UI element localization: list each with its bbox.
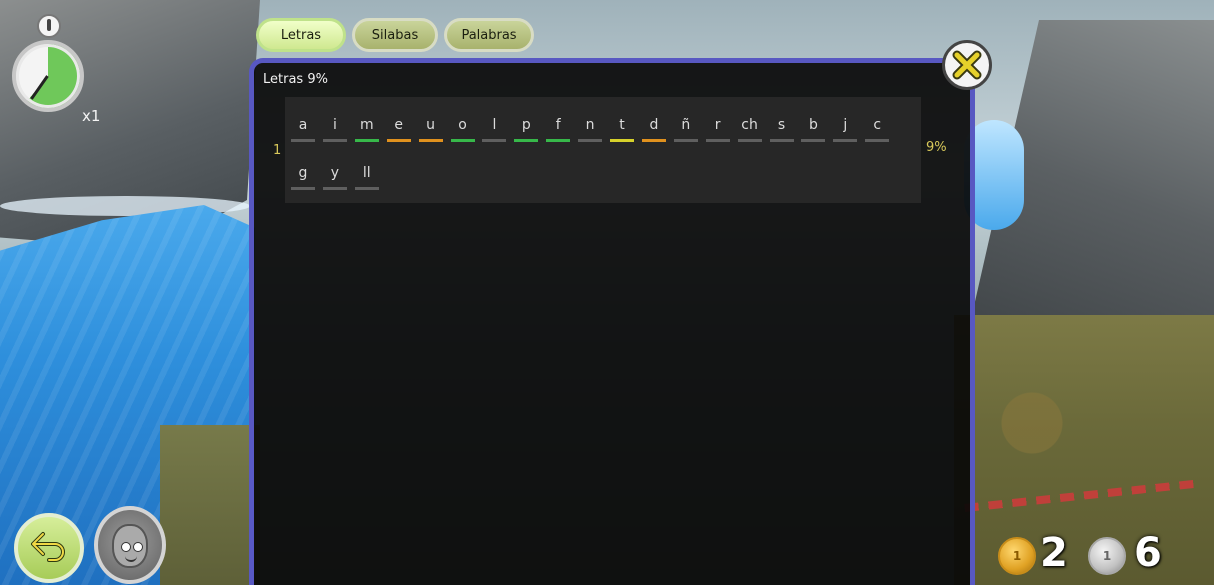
letter-cell: e bbox=[386, 117, 411, 142]
letter-progress-bar bbox=[418, 139, 443, 142]
letter-char: s bbox=[777, 117, 786, 133]
letter-cell: y bbox=[322, 165, 347, 190]
letter-char: ñ bbox=[681, 117, 691, 133]
stopwatch: x1 bbox=[10, 14, 100, 125]
letter-cell: d bbox=[641, 117, 666, 142]
letter-char: a bbox=[298, 117, 308, 133]
letter-progress-bar bbox=[450, 139, 475, 142]
letter-cell: ch bbox=[737, 117, 762, 142]
letter-progress-bar bbox=[578, 139, 603, 142]
letter-progress-bar bbox=[641, 139, 666, 142]
letter-progress-bar bbox=[482, 139, 507, 142]
tab-palabras[interactable]: Palabras bbox=[444, 18, 534, 52]
close-x-icon bbox=[952, 50, 982, 80]
letter-cell: c bbox=[865, 117, 890, 142]
category-tabs: Letras Silabas Palabras bbox=[256, 18, 534, 52]
letter-char: o bbox=[458, 117, 467, 133]
letter-progress-bar bbox=[801, 139, 826, 142]
letter-progress-bar bbox=[705, 139, 730, 142]
tab-letras[interactable]: Letras bbox=[256, 18, 346, 52]
letter-char: p bbox=[521, 117, 531, 133]
letter-cell: l bbox=[482, 117, 507, 142]
grass-field bbox=[954, 315, 1214, 585]
back-arrow-icon bbox=[31, 532, 65, 562]
letter-cell: u bbox=[418, 117, 443, 142]
avatar-icon bbox=[112, 524, 148, 568]
letter-cell: g bbox=[291, 165, 315, 190]
letter-cell: ñ bbox=[673, 117, 698, 142]
stopwatch-icon bbox=[37, 14, 61, 38]
letter-char: ll bbox=[362, 165, 371, 181]
close-button[interactable] bbox=[942, 40, 992, 90]
letter-cell: b bbox=[801, 117, 826, 142]
letter-progress-bar bbox=[610, 139, 634, 142]
gold-coin-icon: 1 bbox=[998, 537, 1036, 575]
letter-cell: r bbox=[705, 117, 730, 142]
letter-char: g bbox=[298, 165, 308, 181]
letter-cell: s bbox=[769, 117, 794, 142]
letter-char: i bbox=[332, 117, 337, 133]
letter-cell: j bbox=[833, 117, 858, 142]
letter-char: d bbox=[649, 117, 659, 133]
letter-progress-bar bbox=[833, 139, 858, 142]
letter-progress-bar bbox=[546, 139, 571, 142]
back-button[interactable] bbox=[14, 513, 84, 583]
letter-cell: f bbox=[546, 117, 571, 142]
letter-char: m bbox=[359, 117, 374, 133]
letter-progress-bar bbox=[354, 187, 379, 190]
letter-progress-bar bbox=[354, 139, 379, 142]
letter-cell: n bbox=[578, 117, 603, 142]
speed-multiplier: x1 bbox=[82, 107, 101, 125]
letter-grid: a i m e u o l p f n t d ñ r ch s b j c g y ll bbox=[285, 97, 921, 203]
gold-coin-count: 2 bbox=[1040, 530, 1068, 576]
avatar-mouth bbox=[125, 556, 137, 562]
letter-char: ch bbox=[741, 117, 758, 133]
letter-progress-bar bbox=[291, 139, 315, 142]
letter-char: t bbox=[619, 117, 625, 133]
letter-char: n bbox=[585, 117, 595, 133]
letter-progress-bar bbox=[322, 139, 347, 142]
letter-char: c bbox=[873, 117, 882, 133]
letter-progress-bar bbox=[514, 139, 539, 142]
ground-patch bbox=[160, 425, 260, 585]
avatar-eye bbox=[133, 542, 143, 552]
letter-progress-bar bbox=[386, 139, 411, 142]
letter-cell: t bbox=[610, 117, 634, 142]
letter-char: l bbox=[492, 117, 497, 133]
letter-progress-bar bbox=[737, 139, 762, 142]
letter-progress-bar bbox=[673, 139, 698, 142]
silver-coin-icon: 1 bbox=[1088, 537, 1126, 575]
tab-silabas[interactable]: Silabas bbox=[352, 18, 438, 52]
letter-progress-bar bbox=[322, 187, 347, 190]
letter-cell: o bbox=[450, 117, 475, 142]
letter-progress-bar bbox=[291, 187, 315, 190]
letter-char: b bbox=[808, 117, 818, 133]
letter-char: y bbox=[330, 165, 340, 181]
letter-cell: p bbox=[514, 117, 539, 142]
row-number: 1 bbox=[273, 143, 282, 158]
silver-coin-count: 6 bbox=[1134, 530, 1162, 576]
letter-progress-bar bbox=[769, 139, 794, 142]
panel-title: Letras 9% bbox=[263, 72, 328, 87]
letter-cell: i bbox=[322, 117, 347, 142]
letter-progress-bar bbox=[865, 139, 890, 142]
letter-cell: a bbox=[291, 117, 315, 142]
letter-char: r bbox=[714, 117, 721, 133]
letter-char: j bbox=[843, 117, 848, 133]
letter-char: f bbox=[555, 117, 561, 133]
row-percent: 9% bbox=[926, 140, 947, 155]
avatar-button[interactable] bbox=[94, 506, 166, 584]
avatar-eye bbox=[121, 542, 131, 552]
letter-cell: m bbox=[354, 117, 379, 142]
letter-cell: ll bbox=[354, 165, 379, 190]
letter-char: e bbox=[394, 117, 403, 133]
letter-char: u bbox=[426, 117, 436, 133]
